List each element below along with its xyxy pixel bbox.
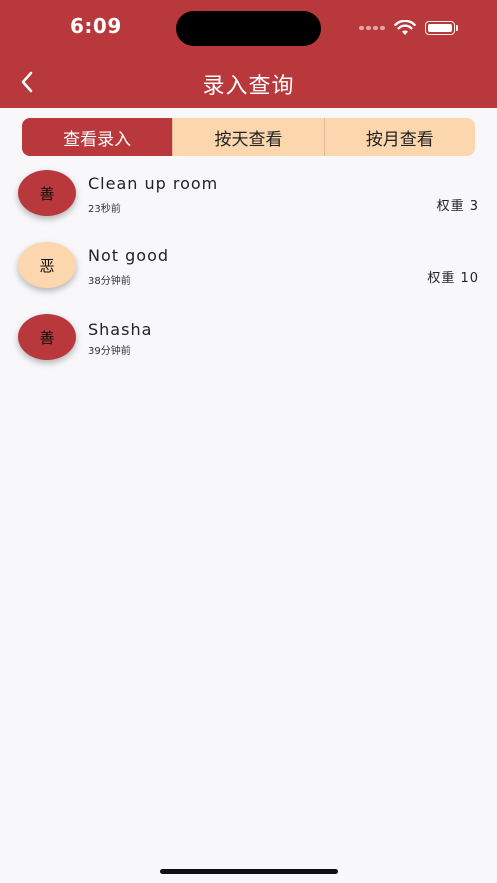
view-mode-segmented-control: 查看录入 按天查看 按月查看 [22,118,475,156]
signal-icon [359,26,385,30]
item-time: 23秒前 [88,204,121,215]
bad-badge: 恶 [18,242,76,288]
home-indicator[interactable] [160,869,338,874]
item-title: Not good [88,246,170,265]
item-time: 38分钟前 [88,276,131,287]
item-time: 39分钟前 [88,346,131,357]
nav-header: 6:09 录入查询 [0,0,497,108]
item-title: Shasha [88,320,153,339]
tab-view-entries[interactable]: 查看录入 [22,118,173,156]
tab-by-day[interactable]: 按天查看 [172,118,323,156]
list-item[interactable]: 恶 Not good 38分钟前 权重 10 [0,232,497,300]
good-badge: 善 [18,314,76,360]
dynamic-island [176,11,321,46]
item-title: Clean up room [88,174,219,193]
status-icons [359,18,458,38]
page-title: 录入查询 [202,74,295,99]
list-item[interactable]: 善 Shasha 39分钟前 [0,304,497,372]
item-weight: 权重 10 [427,271,479,286]
item-weight: 权重 3 [436,199,479,214]
list-item[interactable]: 善 Clean up room 23秒前 权重 3 [0,160,497,228]
good-badge: 善 [18,170,76,216]
status-time: 6:09 [70,14,122,38]
tab-by-month[interactable]: 按月查看 [323,118,475,156]
wifi-icon [394,20,416,35]
battery-icon [425,21,458,35]
